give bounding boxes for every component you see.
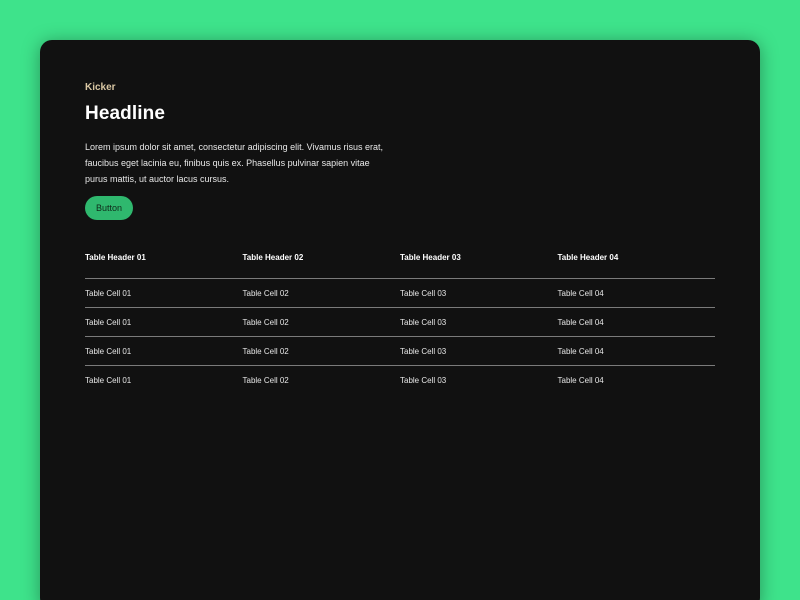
table-header-cell: Table Header 01 <box>85 253 146 262</box>
primary-button[interactable]: Button <box>85 196 134 220</box>
kicker: Kicker <box>85 82 116 93</box>
table-header-cell: Table Header 04 <box>557 253 619 262</box>
table-cell: Table Cell 01 <box>85 365 243 394</box>
table-header-row: Table Header 01 Table Header 02 Table He… <box>85 247 715 279</box>
table-row: Table Cell 01 Table Cell 02 Table Cell 0… <box>85 336 715 366</box>
table-cell: Table Cell 03 <box>400 278 558 308</box>
table-cell: Table Cell 04 <box>557 278 715 308</box>
table-cell: Table Cell 02 <box>242 307 400 337</box>
table-cell: Table Cell 03 <box>400 336 558 366</box>
table-row: Table Cell 01 Table Cell 02 Table Cell 0… <box>85 365 715 394</box>
table-cell: Table Cell 04 <box>557 336 715 366</box>
data-table: Table Header 01 Table Header 02 Table He… <box>85 247 715 394</box>
table-header-cell: Table Header 02 <box>242 253 304 262</box>
table-cell: Table Cell 01 <box>85 336 243 366</box>
table-cell: Table Cell 04 <box>557 307 715 337</box>
table-header-cell: Table Header 03 <box>400 253 461 262</box>
table-cell: Table Cell 03 <box>400 307 558 337</box>
table-cell: Table Cell 02 <box>242 336 400 366</box>
table-cell: Table Cell 02 <box>242 278 400 308</box>
table-row: Table Cell 01 Table Cell 02 Table Cell 0… <box>85 307 715 337</box>
headline: Headline <box>85 103 165 124</box>
table-cell: Table Cell 02 <box>242 365 400 394</box>
table-cell: Table Cell 04 <box>557 365 715 394</box>
table-cell: Table Cell 01 <box>85 307 243 337</box>
table-row: Table Cell 01 Table Cell 02 Table Cell 0… <box>85 278 715 308</box>
table-cell: Table Cell 03 <box>400 365 558 394</box>
hero-section: Kicker Headline Lorem ipsum dolor sit am… <box>85 82 385 220</box>
body-text: Lorem ipsum dolor sit amet, consectetur … <box>85 142 383 184</box>
content-card: Kicker Headline Lorem ipsum dolor sit am… <box>40 40 760 600</box>
table-cell: Table Cell 01 <box>85 278 243 308</box>
